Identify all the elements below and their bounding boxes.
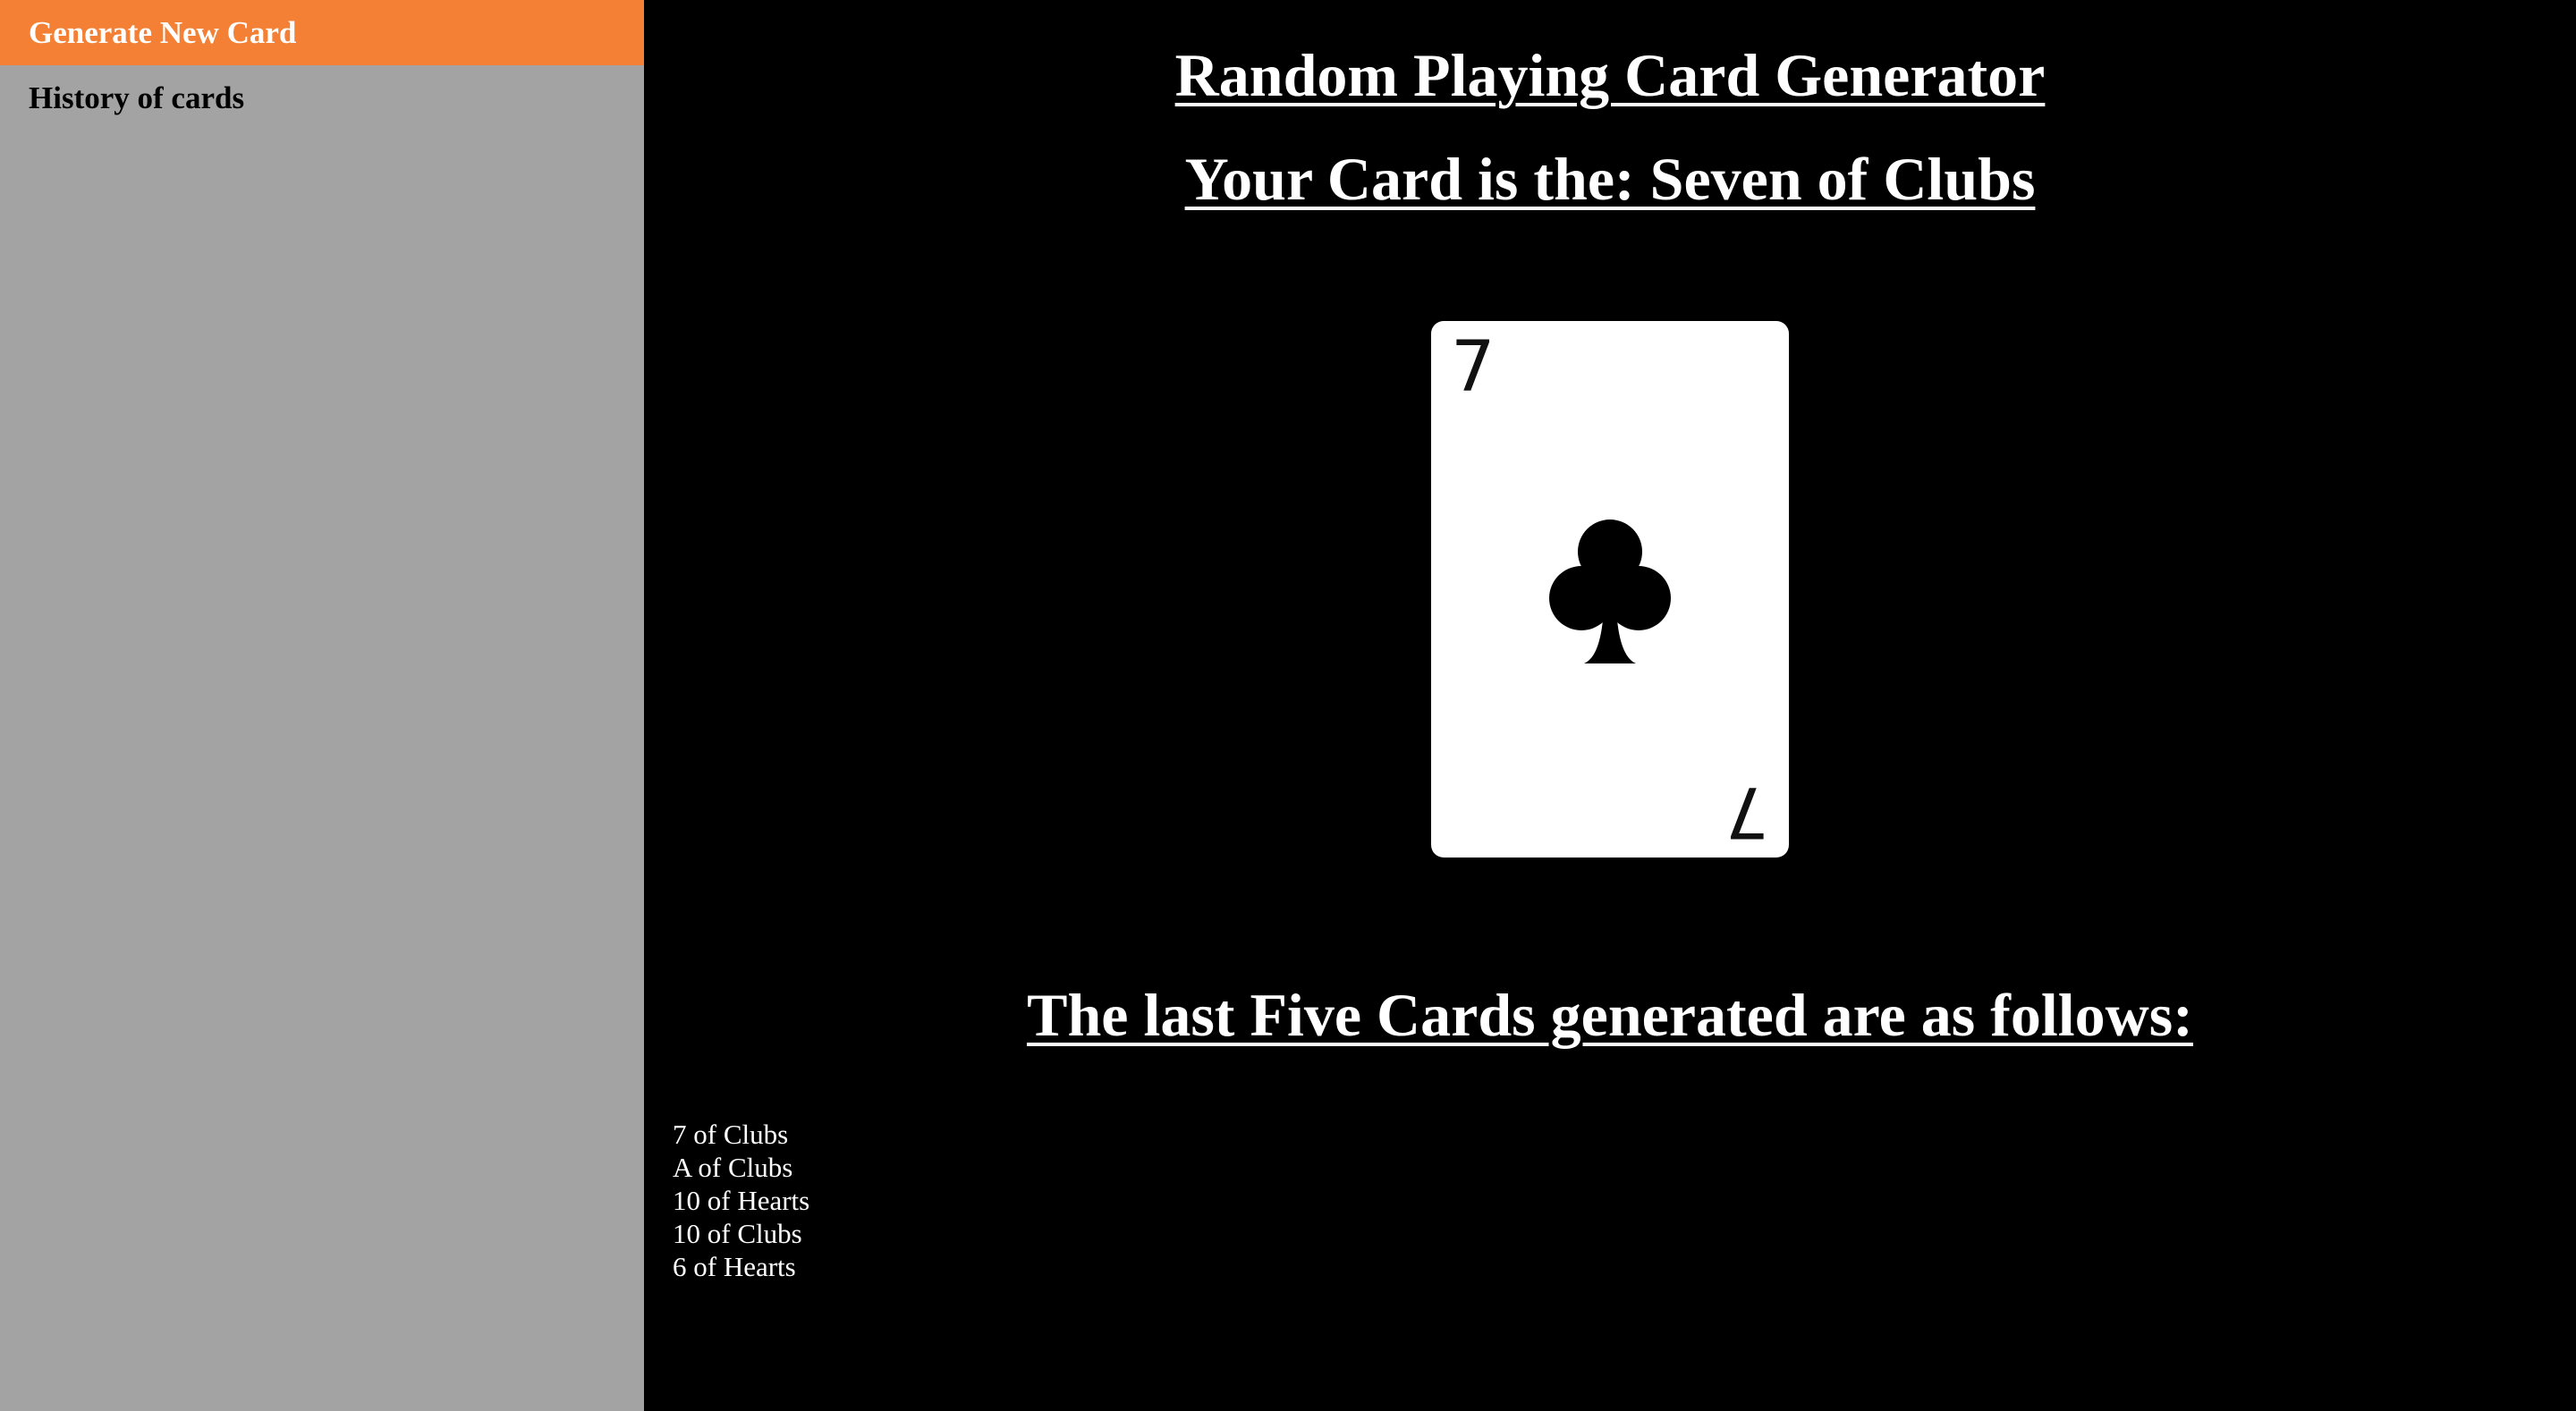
history-item: 10 of Hearts (673, 1185, 810, 1216)
history-item: A of Clubs (673, 1152, 793, 1183)
card-rank-bottom: 7 (1724, 771, 1769, 851)
history-item: 7 of Clubs (673, 1119, 789, 1150)
current-card-heading: Your Card is the: Seven of Clubs (1184, 145, 2036, 213)
playing-card: 7 7 (1431, 321, 1789, 858)
page-title: Random Playing Card Generator (1174, 41, 2046, 109)
club-icon (1549, 520, 1671, 663)
nav-generate-new-card[interactable]: Generate New Card (0, 0, 644, 65)
history-item: 6 of Hearts (673, 1251, 796, 1282)
main-content: Random Playing Card Generator Your Card … (644, 0, 2576, 1411)
history-list: 7 of Clubs A of Clubs 10 of Hearts 10 of… (673, 1118, 809, 1283)
nav-history-of-cards[interactable]: History of cards (0, 65, 644, 131)
history-item: 10 of Clubs (673, 1218, 802, 1249)
card-rank-top: 7 (1451, 327, 1496, 408)
history-heading: The last Five Cards generated are as fol… (1027, 981, 2193, 1049)
sidebar: Generate New Card History of cards (0, 0, 644, 1411)
